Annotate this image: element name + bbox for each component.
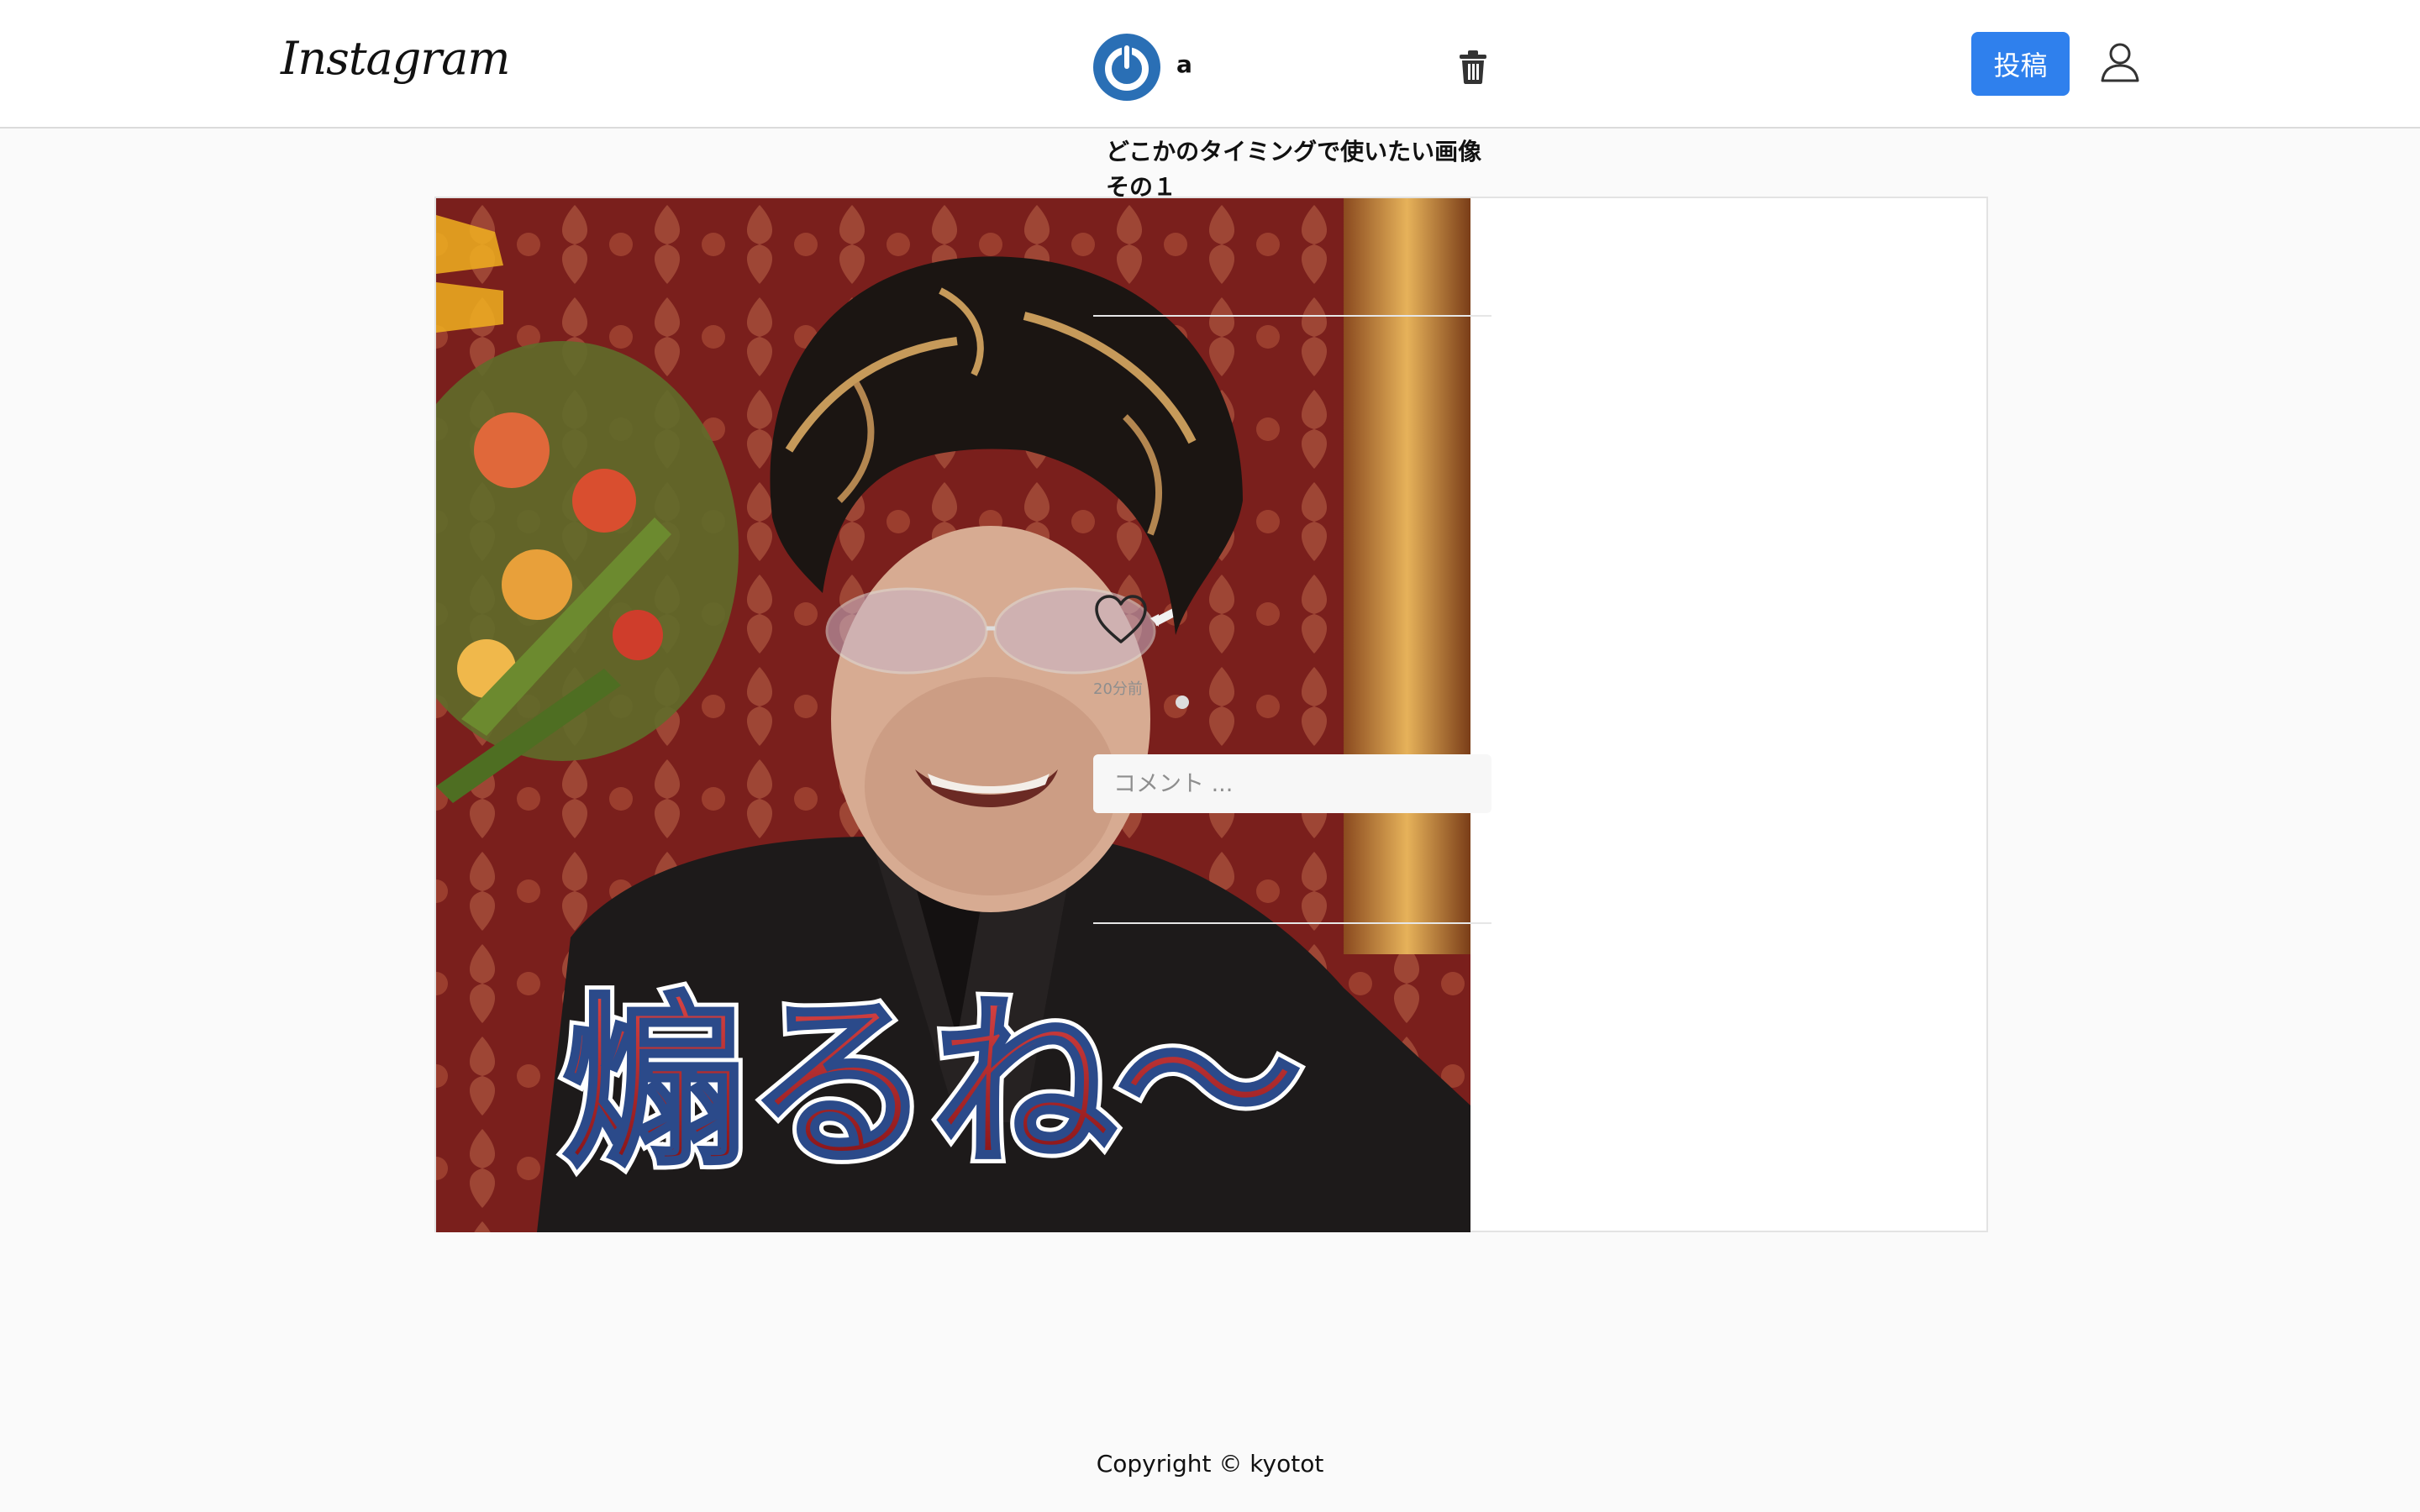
top-navbar: Instagram 投稿: [0, 0, 2420, 129]
post-card-frame: 煽るね～ 煽るね～: [434, 197, 1988, 1232]
post-timestamp: 20分前: [1093, 680, 1143, 698]
avatar[interactable]: [1093, 34, 1160, 101]
post-username[interactable]: a: [1176, 50, 1192, 78]
footer-copyright: Copyright © kyotot: [1096, 1450, 1324, 1478]
heart-outline-icon[interactable]: [1093, 593, 1149, 645]
post-image[interactable]: 煽るね～ 煽るね～: [436, 198, 1470, 1232]
header-divider: [1093, 315, 1491, 317]
trash-icon[interactable]: [1458, 50, 1488, 84]
post-button[interactable]: 投稿: [1971, 32, 2070, 96]
comment-input[interactable]: [1093, 754, 1491, 813]
post-sidebar: [1470, 198, 1988, 1232]
post-image-illustration: 煽るね～ 煽るね～: [436, 198, 1470, 1232]
post-caption: どこかのタイミングで使いたい画像その１: [1106, 138, 1482, 201]
instagram-logo[interactable]: Instagram: [281, 32, 510, 85]
image-subtitle-outline: 煽るね～: [562, 976, 1302, 1191]
user-icon[interactable]: [2098, 40, 2142, 84]
comment-divider: [1093, 922, 1491, 924]
